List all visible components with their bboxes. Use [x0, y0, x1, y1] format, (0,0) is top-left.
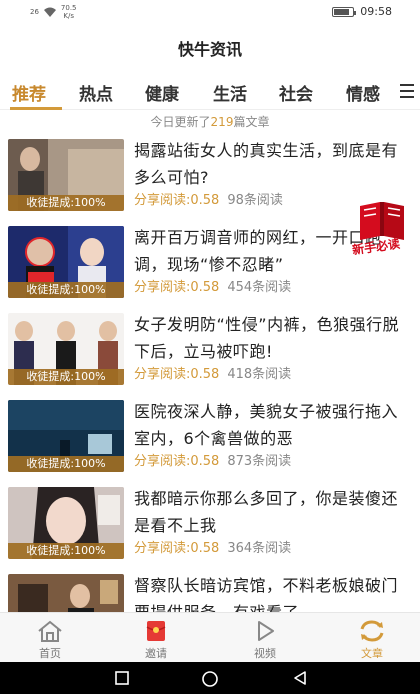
tab-recommend[interactable]: 推荐 — [12, 80, 46, 105]
article-thumbnail: 收徒提成:100% — [8, 487, 124, 559]
back-icon[interactable] — [292, 670, 308, 686]
network-speed: 70.5 K/s — [61, 4, 77, 20]
speed-unit: K/s — [63, 12, 75, 20]
commission-badge: 收徒提成:100% — [8, 282, 124, 298]
speed-value: 70.5 — [60, 4, 77, 12]
newbie-guide-button[interactable]: 新手必读 — [351, 198, 418, 262]
read-count: 98条阅读 — [227, 193, 283, 208]
nav-home[interactable]: 首页 — [10, 613, 90, 663]
red-envelope-icon — [146, 621, 166, 641]
update-suffix: 篇文章 — [233, 115, 270, 129]
signal-text: 26 — [30, 8, 39, 16]
tab-hot[interactable]: 热点 — [79, 80, 113, 105]
nav-articles[interactable]: 文章 — [332, 613, 412, 663]
article-title: 医院夜深人静，美貌女子被强行拖入室内，6个禽兽做的恶 — [134, 402, 399, 448]
article-meta: 分享阅读:0.58 364条阅读 — [134, 537, 291, 556]
article-title: 揭露站街女人的真实生活，到底是有多么可怕? — [134, 141, 399, 187]
read-count: 454条阅读 — [227, 280, 292, 295]
refresh-icon — [360, 620, 384, 642]
wifi-icon — [43, 7, 56, 17]
home-button-icon[interactable] — [201, 670, 219, 688]
bottom-navigation: 首页 邀请 视频 文章 — [0, 612, 420, 662]
category-tab-bar: 推荐 热点 健康 生活 社会 情感 — [0, 74, 420, 110]
system-navigation-bar — [0, 662, 420, 694]
article-thumbnail: 收徒提成:100% — [8, 226, 124, 298]
status-bar: 26 70.5 K/s 09:58 — [0, 0, 420, 24]
article-meta: 分享阅读:0.58 873条阅读 — [134, 450, 291, 469]
article-meta: 分享阅读:0.58 98条阅读 — [134, 189, 283, 208]
commission-badge: 收徒提成:100% — [8, 456, 124, 472]
nav-invite-label: 邀请 — [145, 647, 167, 660]
article-title: 我都暗示你那么多回了，你是装傻还是看不上我 — [134, 489, 399, 535]
menu-icon[interactable] — [396, 78, 420, 104]
nav-invite[interactable]: 邀请 — [116, 613, 196, 663]
app-title: 快牛资讯 — [177, 40, 242, 59]
article-thumbnail: 收徒提成:100% — [8, 400, 124, 472]
tab-health[interactable]: 健康 — [145, 80, 179, 105]
news-item[interactable]: 收徒提成:100% 医院夜深人静，美貌女子被强行拖入室内，6个禽兽做的恶 分享阅… — [0, 396, 420, 483]
read-count: 364条阅读 — [227, 541, 292, 556]
share-reward: 分享阅读:0.58 — [134, 280, 220, 295]
tab-society[interactable]: 社会 — [279, 80, 313, 105]
article-title: 女子发明防“性侵”内裤，色狼强行脱下后，立马被吓跑! — [134, 315, 400, 361]
battery-icon — [332, 6, 357, 17]
active-tab-indicator — [10, 107, 62, 110]
share-reward: 分享阅读:0.58 — [134, 193, 220, 208]
nav-video-label: 视频 — [254, 647, 276, 660]
commission-badge: 收徒提成:100% — [8, 195, 124, 211]
update-notice: 今日更新了219篇文章 — [0, 113, 420, 130]
tab-emotion[interactable]: 情感 — [346, 80, 380, 105]
recent-apps-icon[interactable] — [114, 670, 130, 686]
nav-articles-label: 文章 — [361, 647, 383, 660]
news-item[interactable]: 收徒提成:100% 我都暗示你那么多回了，你是装傻还是看不上我 分享阅读:0.5… — [0, 483, 420, 570]
tab-life[interactable]: 生活 — [213, 80, 247, 105]
news-item[interactable]: 收徒提成:100% 女子发明防“性侵”内裤，色狼强行脱下后，立马被吓跑! 分享阅… — [0, 309, 420, 396]
home-icon — [38, 620, 62, 642]
clock: 09:58 — [360, 5, 392, 18]
read-count: 873条阅读 — [227, 454, 292, 469]
article-meta: 分享阅读:0.58 418条阅读 — [134, 363, 291, 382]
share-reward: 分享阅读:0.58 — [134, 367, 220, 382]
update-count: 219 — [210, 115, 234, 129]
read-count: 418条阅读 — [227, 367, 292, 382]
commission-badge: 收徒提成:100% — [8, 369, 124, 385]
article-thumbnail: 收徒提成:100% — [8, 313, 124, 385]
share-reward: 分享阅读:0.58 — [134, 541, 220, 556]
play-icon — [258, 621, 274, 641]
nav-home-label: 首页 — [39, 647, 61, 660]
article-meta: 分享阅读:0.58 454条阅读 — [134, 276, 291, 295]
nav-video[interactable]: 视频 — [225, 613, 305, 663]
commission-badge: 收徒提成:100% — [8, 543, 124, 559]
share-reward: 分享阅读:0.58 — [134, 454, 220, 469]
update-prefix: 今日更新了 — [150, 115, 211, 129]
article-thumbnail: 收徒提成:100% — [8, 139, 124, 211]
